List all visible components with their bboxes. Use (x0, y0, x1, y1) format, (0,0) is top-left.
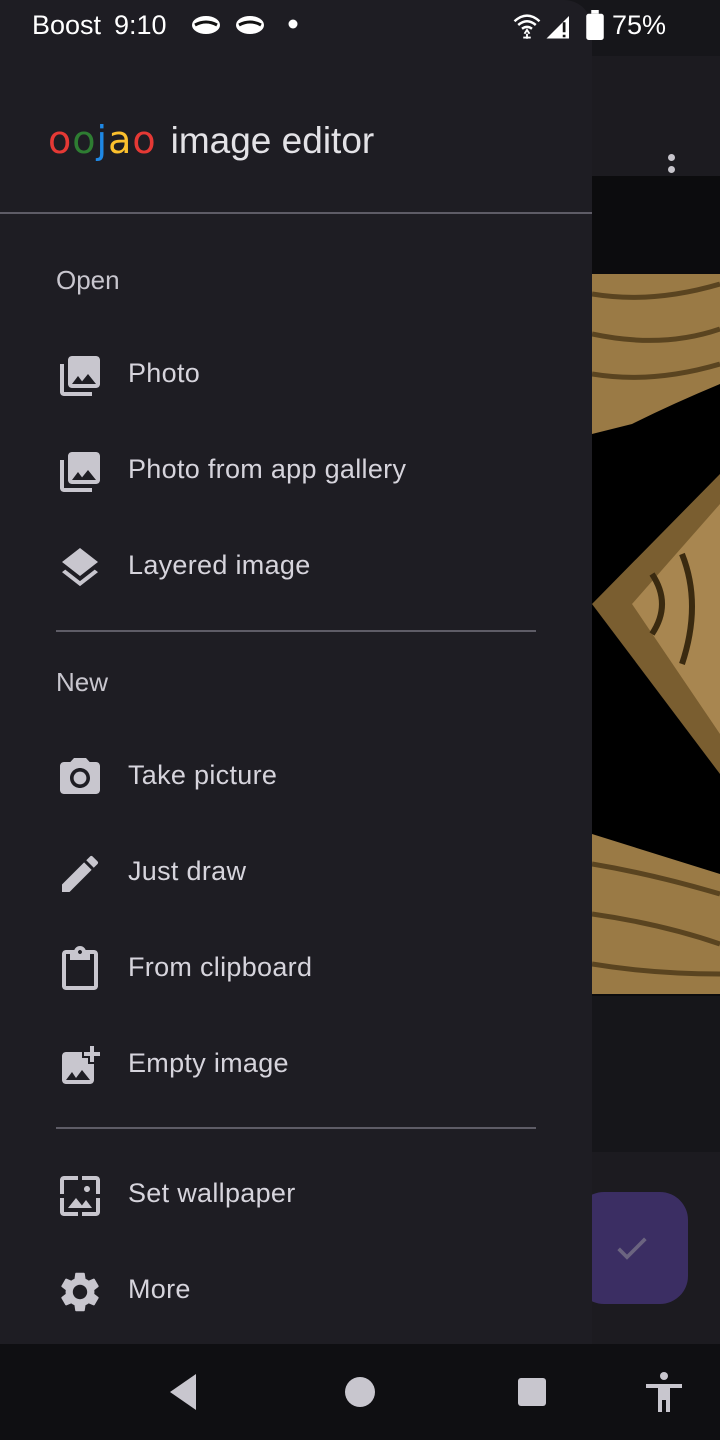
add-photo-icon (62, 1046, 100, 1084)
more-notifications-dot-icon (288, 19, 298, 29)
photo-library-icon (60, 356, 100, 396)
accessibility-icon[interactable] (640, 1368, 688, 1416)
back-icon[interactable] (162, 1368, 210, 1416)
photo-library-icon (60, 452, 100, 492)
header-divider (0, 212, 592, 214)
home-icon[interactable] (336, 1368, 384, 1416)
menu-item-photo[interactable]: Photo (0, 328, 592, 424)
logo-letter: o (48, 118, 73, 162)
menu-item-just-draw[interactable]: Just draw (0, 826, 592, 922)
clipboard-icon (62, 946, 98, 990)
system-navigation-bar (0, 1344, 720, 1440)
layers-icon (62, 548, 98, 587)
menu-item-label: Photo from app gallery (128, 454, 407, 484)
menu-item-label: Set wallpaper (128, 1178, 296, 1208)
menu-item-photo-from-app-gallery[interactable]: Photo from app gallery (0, 424, 592, 520)
notification-icon (236, 16, 264, 34)
menu-item-take-picture[interactable]: Take picture (0, 730, 592, 826)
menu-item-label: Take picture (128, 760, 278, 790)
app-logo: oojao (48, 118, 157, 162)
menu-item-label: More (128, 1274, 191, 1304)
menu-item-more[interactable]: More (0, 1244, 592, 1340)
section-new-label: New (56, 667, 109, 697)
menu-item-empty-image[interactable]: Empty image (0, 1018, 592, 1114)
navigation-drawer: oojao image editor Open Photo Photo from… (0, 0, 592, 1440)
check-icon (617, 1237, 647, 1260)
menu-item-label: Layered image (128, 550, 311, 580)
edited-photo (592, 274, 720, 994)
menu-item-label: From clipboard (128, 952, 313, 982)
apply-fab[interactable] (576, 1192, 688, 1304)
wifi-icon (513, 14, 541, 39)
status-bar: Boost 9:10 75% (0, 0, 720, 52)
menu-item-from-clipboard[interactable]: From clipboard (0, 922, 592, 1018)
drawer-header: oojao image editor (48, 118, 374, 178)
logo-letter: o (72, 118, 97, 162)
menu-item-layered-image[interactable]: Layered image (0, 520, 592, 616)
signal-icon (546, 16, 569, 39)
camera-icon (60, 758, 100, 794)
gear-icon (61, 1272, 99, 1312)
notification-icon (192, 16, 220, 34)
section-divider (56, 630, 536, 632)
section-divider (56, 1127, 536, 1129)
wallpaper-icon (60, 1176, 100, 1216)
section-open-label: Open (56, 265, 120, 295)
menu-item-label: Photo (128, 358, 201, 388)
battery-icon (586, 10, 604, 40)
app-title: image editor (170, 120, 375, 161)
menu-item-label: Empty image (128, 1048, 289, 1078)
carrier-name: Boost (32, 10, 102, 40)
clock: 9:10 (114, 10, 167, 40)
pencil-icon (62, 855, 99, 892)
menu-item-label: Just draw (128, 856, 247, 886)
recents-icon[interactable] (508, 1368, 556, 1416)
logo-letter: o (132, 118, 157, 162)
battery-percentage: 75% (612, 10, 667, 40)
logo-letter: a (108, 118, 133, 162)
menu-item-set-wallpaper[interactable]: Set wallpaper (0, 1148, 592, 1244)
logo-letter: j (96, 118, 109, 162)
